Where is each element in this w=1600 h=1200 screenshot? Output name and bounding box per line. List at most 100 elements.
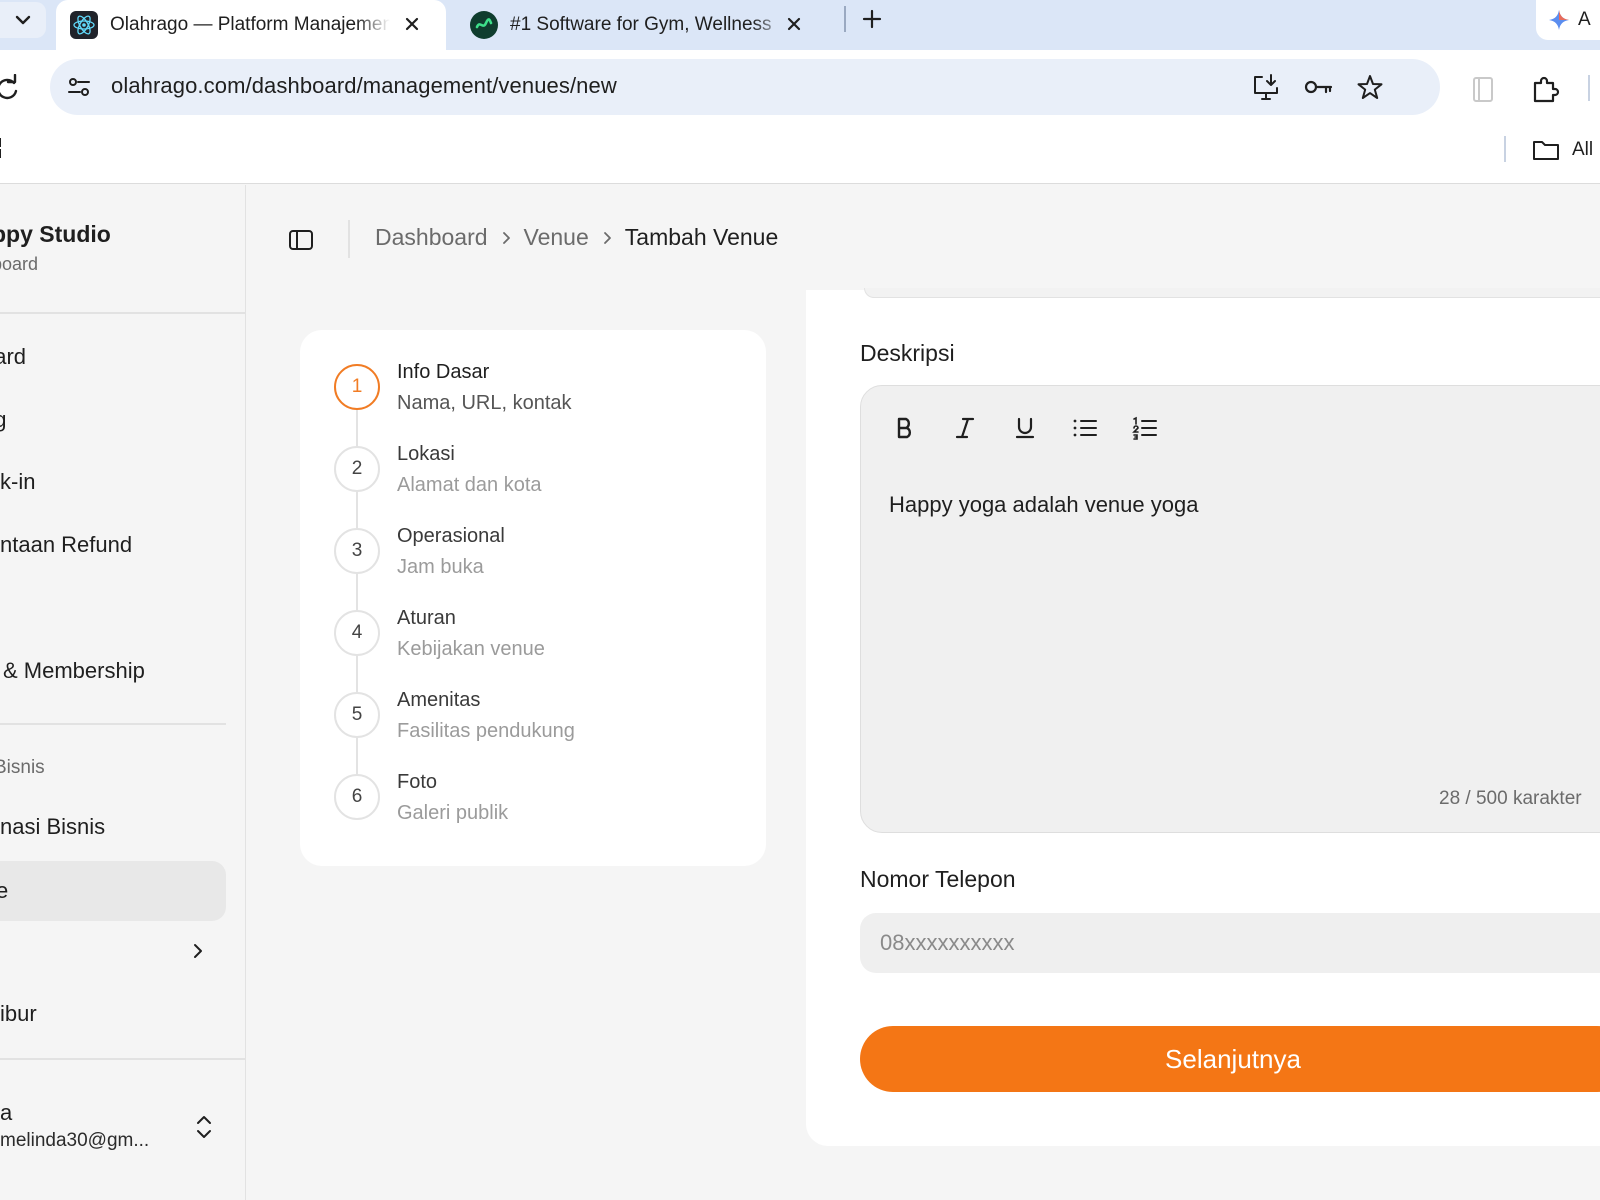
breadcrumb-current: Tambah Venue [624, 224, 779, 250]
sidebar-item-refund[interactable]: ntaan Refund [0, 517, 228, 573]
tab-olahrago[interactable]: Olahrago — Platform Manajemen [56, 0, 446, 50]
sidebar-item-business-info[interactable]: nasi Bisnis [0, 799, 228, 855]
step-number: 1 [334, 364, 380, 410]
phone-input[interactable] [860, 913, 1600, 973]
step-subtitle: Nama, URL, kontak [397, 392, 572, 414]
sidebar-item-label: ibur [0, 1001, 37, 1026]
url-text[interactable]: olahrago.com/dashboard/management/venues… [111, 73, 617, 99]
step-number: 3 [334, 528, 380, 574]
bookmarks-divider [1504, 136, 1506, 162]
header-divider [348, 220, 350, 258]
reload-icon[interactable] [0, 74, 24, 104]
next-button[interactable]: Selanjutnya [860, 1026, 1600, 1092]
user-name: a [0, 1100, 13, 1125]
step-title: Info Dasar [397, 361, 490, 383]
breadcrumb: Dashboard Venue Tambah Venue [375, 224, 778, 251]
sidebar-item-label: e [0, 878, 9, 903]
sidebar-divider [0, 1058, 246, 1060]
description-text[interactable]: Happy yoga adalah venue yoga [889, 492, 1198, 518]
step-number: 6 [334, 774, 380, 820]
description-label: Deskripsi [860, 340, 955, 366]
breadcrumb-venue[interactable]: Venue [524, 224, 589, 251]
sidebar-item-label: & Membership [3, 658, 145, 683]
description-editor[interactable]: Happy yoga adalah venue yoga 28 / 500 ka… [860, 385, 1600, 833]
extension-icon[interactable] [1466, 72, 1500, 106]
react-icon [70, 11, 98, 39]
chevron-up-down-icon[interactable] [194, 1113, 214, 1141]
ai-mode-button[interactable]: A [1536, 0, 1600, 40]
step-number: 5 [334, 692, 380, 738]
sidebar-item-holidays[interactable]: ibur [0, 986, 228, 1042]
all-bookmarks-label: All [1572, 139, 1594, 160]
step-title: Amenitas [397, 689, 481, 711]
character-counter: 28 / 500 karakter [1439, 788, 1582, 809]
tab-gym-software[interactable]: #1 Software for Gym, Wellness [456, 0, 836, 50]
sidebar-item-venue[interactable]: e [0, 861, 226, 921]
step-title: Operasional [397, 525, 505, 547]
site-settings-icon[interactable] [62, 70, 96, 104]
step-subtitle: Fasilitas pendukung [397, 720, 575, 742]
app-sidebar: ppy Studio board oard ng k-in ntaan Refu… [0, 185, 246, 1200]
plus-icon [862, 9, 882, 29]
ai-mode-label: A [1578, 9, 1591, 30]
apps-grid-icon[interactable] [0, 137, 8, 159]
install-app-icon[interactable] [1250, 71, 1282, 103]
step-subtitle: Galeri publik [397, 802, 509, 824]
sidebar-item-label: ntaan Refund [0, 532, 133, 557]
sidebar-item-label: ng [0, 407, 7, 432]
address-bar[interactable]: olahrago.com/dashboard/management/venues… [50, 59, 1440, 115]
step-number: 2 [334, 446, 380, 492]
phone-label: Nomor Telepon [860, 866, 1016, 892]
sidebar-item-booking[interactable]: ng [0, 392, 228, 448]
step-title: Foto [397, 771, 438, 793]
all-bookmarks-button[interactable]: All [1532, 136, 1593, 164]
sidebar-item-label: nasi Bisnis [0, 814, 106, 839]
brand-name: ppy Studio [0, 221, 111, 247]
sidebar-item-label: oard [0, 344, 27, 369]
step-subtitle: Kebijakan venue [397, 638, 545, 660]
tab-divider [844, 6, 846, 32]
step-number: 4 [334, 610, 380, 656]
step-title: Aturan [397, 607, 456, 629]
step-subtitle: Alamat dan kota [397, 474, 542, 496]
puzzle-icon[interactable] [1528, 72, 1562, 106]
sidebar-divider [0, 312, 246, 314]
sidebar-toggle-icon[interactable] [288, 227, 314, 253]
password-key-icon[interactable] [1302, 71, 1334, 103]
chevron-right-icon [488, 231, 524, 245]
bookmarks-bar [0, 130, 1600, 184]
tab-search-button[interactable] [0, 2, 46, 38]
step-title: Lokasi [397, 443, 455, 465]
chevron-right-icon[interactable] [188, 941, 208, 961]
brand-icon [470, 11, 498, 39]
sparkle-icon [1549, 10, 1569, 30]
breadcrumb-dashboard[interactable]: Dashboard [375, 224, 488, 251]
sidebar-item-membership[interactable]: & Membership [0, 643, 228, 699]
chevron-right-icon [589, 231, 625, 245]
tab-strip: Olahrago — Platform Manajemen #1 Softwar… [0, 0, 1600, 50]
tab-title: #1 Software for Gym, Wellness [510, 14, 772, 35]
underline-icon[interactable] [1007, 410, 1043, 446]
sidebar-item-label: k-in [0, 469, 36, 494]
previous-field-edge [864, 288, 1600, 298]
italic-icon[interactable] [947, 410, 983, 446]
sidebar-section-label: Bisnis [0, 757, 45, 778]
bookmark-star-icon[interactable] [1354, 71, 1386, 103]
bullet-list-icon[interactable] [1067, 410, 1103, 446]
close-icon[interactable] [398, 10, 426, 38]
close-icon[interactable] [780, 10, 808, 38]
browser-toolbar: olahrago.com/dashboard/management/venues… [0, 50, 1600, 130]
form-steps-card: 1 Info Dasar Nama, URL, kontak 2 Lokasi … [300, 330, 766, 866]
sidebar-divider [0, 723, 226, 725]
editor-toolbar [887, 410, 1163, 446]
toolbar-divider [1588, 75, 1590, 101]
sidebar-item-check-in[interactable]: k-in [0, 454, 228, 510]
bold-icon[interactable] [887, 410, 923, 446]
new-tab-button[interactable] [857, 4, 887, 34]
brand-subtitle: board [0, 254, 39, 274]
numbered-list-icon[interactable] [1127, 410, 1163, 446]
sidebar-item-dashboard[interactable]: oard [0, 329, 228, 385]
tab-title: Olahrago — Platform Manajemen [110, 14, 390, 35]
chevron-down-icon [15, 15, 31, 25]
folder-icon [1533, 141, 1559, 160]
